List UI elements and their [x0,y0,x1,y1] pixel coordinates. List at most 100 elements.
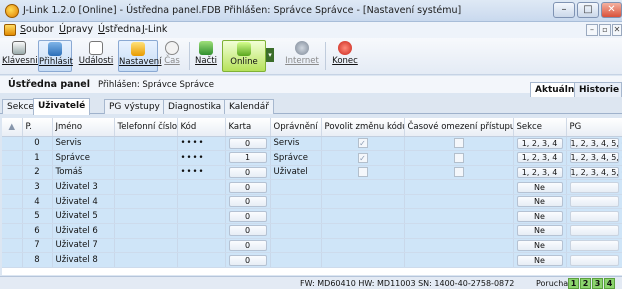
table-row[interactable]: 0Servis••••0Servis1, 2, 3, 41, 2, 3, 4, … [2,136,622,152]
cell-pg[interactable]: 1, 2, 3, 4, 5, 6 [569,137,621,149]
cell-code[interactable] [177,223,226,239]
table-row[interactable]: 2 Tomáš •••• 0 Uživatel 1, 2, 3, 4 1, 2, 3, 4,… [2,165,622,181]
cell-name[interactable]: Uživatel 6 [52,223,115,239]
cell-pg[interactable]: 1, 2, 3, 4, 5, 6 [569,166,621,178]
cell-phone[interactable] [114,150,178,166]
cell-phone[interactable] [114,165,178,181]
column-header-p[interactable]: P. [22,118,53,137]
exit-button[interactable]: Konec [330,40,360,72]
time-button[interactable]: Čas [160,40,184,72]
close-button[interactable]: ✕ [601,2,622,18]
allow-code-change-checkbox[interactable] [357,138,368,149]
cell-name[interactable]: Tomáš [52,165,115,181]
cell-name[interactable]: Uživatel 8 [52,252,115,268]
tab-kalendar[interactable]: Kalendář [224,99,274,114]
table-row[interactable]: 4 Uživatel 4 0 Ne [2,194,622,210]
cell-name[interactable]: Uživatel 4 [52,194,115,210]
cell-name[interactable]: Servis [52,136,115,152]
column-header-povolit-zmenu-kodu[interactable]: Povolit změnu kódu [321,118,405,137]
menu-jlink[interactable]: J-Link [142,24,167,35]
load-button[interactable]: Načti [193,40,219,72]
cell-sections[interactable]: 1, 2, 3, 4 [516,166,563,178]
cell-card[interactable]: 0 [228,239,267,251]
table-row[interactable]: 7 Uživatel 7 0 Ne [2,238,622,254]
cell-phone[interactable] [114,194,178,210]
allow-code-change-checkbox[interactable] [357,152,368,163]
column-header-casove-omezeni[interactable]: Časové omezení přístupu [404,118,514,137]
cell-phone[interactable] [114,136,178,152]
tab-uzivatele[interactable]: Uživatelé [33,98,91,115]
cell-role[interactable] [270,223,322,239]
table-row[interactable]: 1Správce••••1Správce1, 2, 3, 41, 2, 3, 4… [2,150,622,166]
cell-card[interactable]: 0 [228,181,267,193]
cell-pg[interactable] [569,210,619,222]
cell-name[interactable]: Uživatel 5 [52,208,115,225]
cell-pg[interactable]: 1, 2, 3, 4, 5, 6 [569,152,621,164]
cell-phone[interactable] [114,238,178,254]
column-header-opravneni[interactable]: Oprávnění [270,118,322,137]
menu-soubor[interactable]: Soubor [20,24,54,35]
column-header-telefon[interactable]: Telefonní číslo [114,118,178,137]
cell-card[interactable]: 0 [228,210,267,222]
cell-code[interactable] [177,179,226,195]
column-header-karta[interactable]: Karta [225,118,271,137]
login-button[interactable]: Přihlásit [38,40,73,72]
cell-phone[interactable] [114,179,178,195]
tab-pg-vystupy[interactable]: PG výstupy [104,99,165,114]
cell-role[interactable]: Správce [270,150,322,166]
cell-code[interactable] [177,252,226,268]
cell-pg[interactable] [569,239,619,251]
cell-code[interactable]: •••• [177,150,226,166]
cell-card[interactable]: 0 [228,196,267,208]
table-row[interactable]: 3 Uživatel 3 0 Ne [2,179,622,195]
cell-role[interactable] [270,208,322,225]
cell-phone[interactable] [114,223,178,239]
online-dropdown-arrow-icon[interactable]: ▾ [266,48,274,62]
cell-name[interactable]: Uživatel 7 [52,238,115,254]
cell-phone[interactable] [114,252,178,268]
menu-ustredna[interactable]: Ústředna [98,24,141,35]
cell-code[interactable]: •••• [177,165,226,181]
cell-sections[interactable]: Ne [516,181,563,193]
table-row[interactable]: 8 Uživatel 8 0 Ne [2,252,622,268]
cell-card[interactable]: 1 [228,152,267,164]
cell-sections[interactable]: Ne [516,225,563,237]
time-restriction-checkbox[interactable] [453,152,464,163]
cell-card[interactable]: 0 [228,137,267,149]
sort-ascending-icon[interactable]: ▲ [2,118,23,137]
cell-pg[interactable] [569,225,619,237]
cell-sections[interactable]: Ne [516,254,563,266]
cell-sections[interactable]: Ne [516,196,563,208]
cell-sections[interactable]: Ne [516,210,563,222]
cell-card[interactable]: 0 [228,166,267,178]
maximize-button[interactable]: □ [577,2,599,18]
allow-code-change-checkbox[interactable] [357,167,368,178]
cell-role[interactable] [270,179,322,195]
cell-phone[interactable] [114,208,178,225]
keyboard-button[interactable]: Klávesnice [2,40,47,72]
cell-role[interactable] [270,252,322,268]
cell-code[interactable] [177,208,226,225]
events-button[interactable]: Události [78,40,114,72]
cell-name[interactable]: Uživatel 3 [52,179,115,195]
cell-role[interactable]: Servis [270,136,322,152]
cell-pg[interactable] [569,196,619,208]
internet-button[interactable]: Internet [282,40,322,72]
table-row[interactable]: 5 Uživatel 5 0 Ne [2,208,622,225]
menu-upravy[interactable]: Úpravy [59,24,93,35]
column-header-kod[interactable]: Kód [177,118,226,137]
cell-role[interactable]: Uživatel [270,165,322,181]
cell-code[interactable] [177,238,226,254]
column-header-sekce[interactable]: Sekce [513,118,567,137]
time-restriction-checkbox[interactable] [453,167,464,178]
cell-sections[interactable]: Ne [516,239,563,251]
mdi-restore-button[interactable]: ▫ [599,24,611,36]
cell-sections[interactable]: 1, 2, 3, 4 [516,137,563,149]
cell-role[interactable] [270,194,322,210]
settings-button[interactable]: Nastavení [118,40,162,72]
cell-code[interactable]: •••• [177,136,226,152]
time-restriction-checkbox[interactable] [453,138,464,149]
tab-historie[interactable]: Historie [574,82,622,97]
minimize-button[interactable]: – [553,2,575,18]
cell-pg[interactable] [569,181,619,193]
